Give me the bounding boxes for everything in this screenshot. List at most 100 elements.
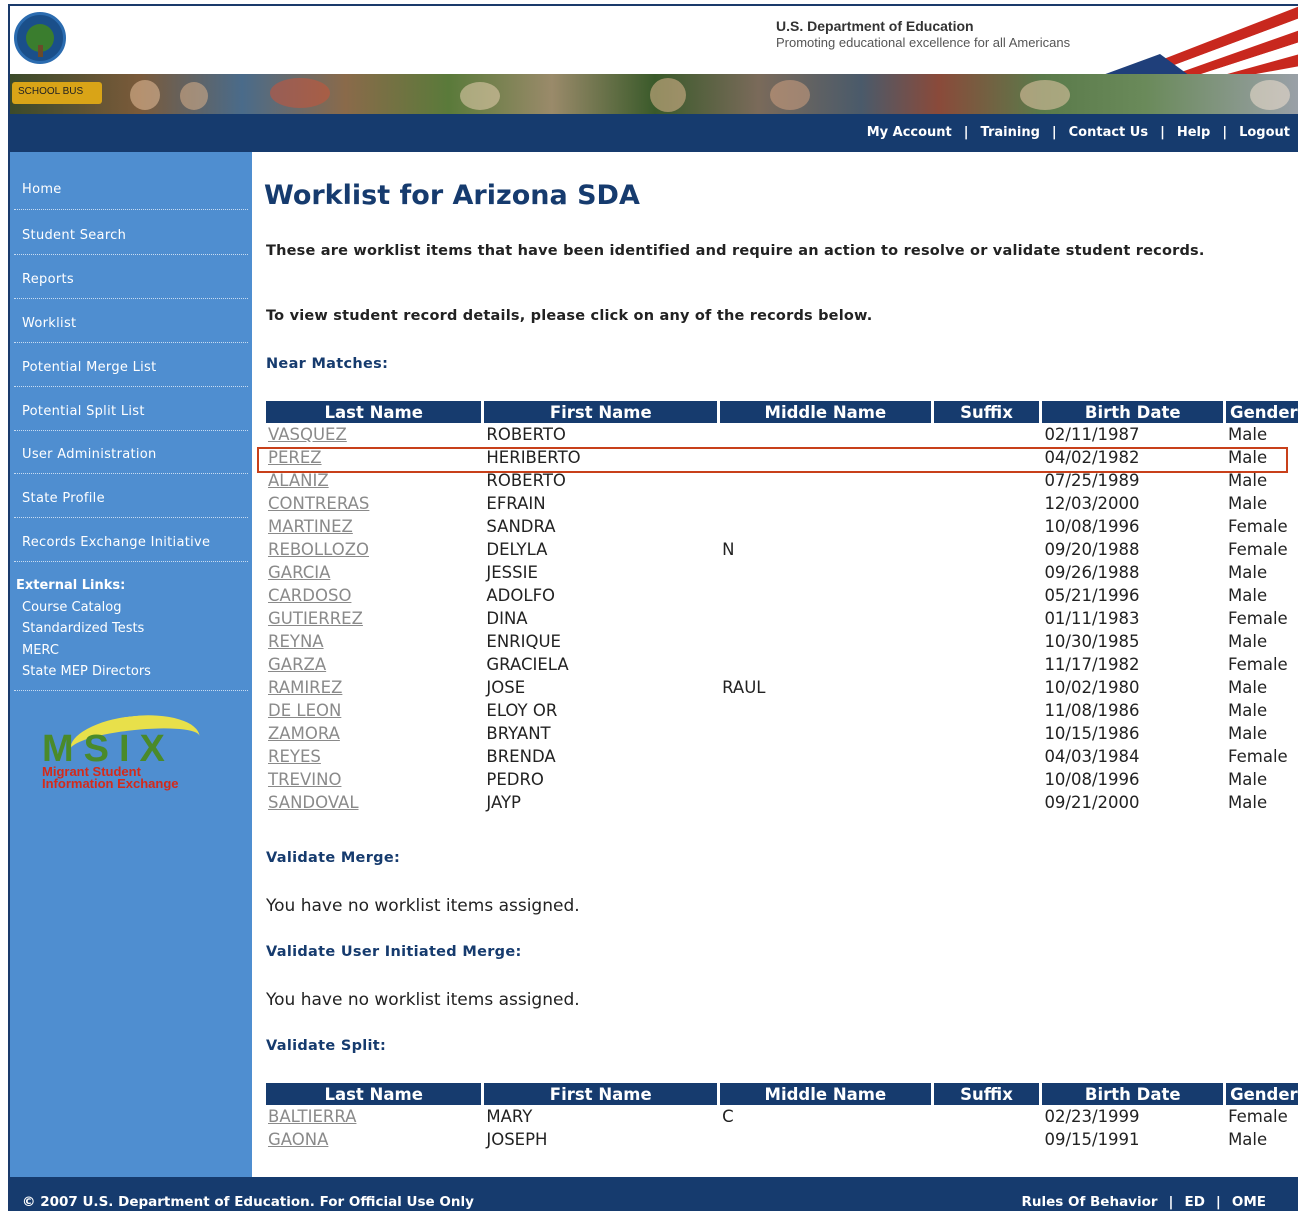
- middle-name-cell: [720, 630, 933, 653]
- table-row[interactable]: CONTRERAS EFRAIN 12/03/2000 Male: [266, 492, 1298, 515]
- first-name-cell: ENRIQUE: [486, 632, 561, 651]
- table-row[interactable]: REBOLLOZO DELYLA N 09/20/1988 Female: [266, 538, 1298, 561]
- first-name-cell: SANDRA: [486, 517, 556, 536]
- sidebar-item-home[interactable]: Home: [22, 182, 62, 197]
- col-gender: Gender: [1226, 1083, 1298, 1105]
- table-row[interactable]: REYNA ENRIQUE 10/30/1985 Male: [266, 630, 1298, 653]
- footer-links: Rules Of Behavior | ED | OME: [1021, 1194, 1266, 1210]
- sidebar-item-potential-merge-list[interactable]: Potential Merge List: [22, 360, 157, 375]
- sidebar-item-student-search[interactable]: Student Search: [22, 228, 126, 243]
- middle-name-cell: [720, 584, 933, 607]
- copyright-text: © 2007 U.S. Department of Education. For…: [22, 1194, 474, 1210]
- table-row[interactable]: DE LEON ELOY OR 11/08/1986 Male: [266, 699, 1298, 722]
- table-row[interactable]: ALANIZ ROBERTO 07/25/1989 Male: [266, 469, 1298, 492]
- last-name-link[interactable]: GUTIERREZ: [266, 607, 484, 630]
- last-name-link[interactable]: REYES: [266, 745, 484, 768]
- table-row[interactable]: BALTIERRA MARY C 02/23/1999 Female: [266, 1105, 1298, 1128]
- sidebar-item-user-administration[interactable]: User Administration: [22, 447, 157, 462]
- gender-cell: Male: [1228, 724, 1268, 743]
- sidebar: Home Student Search Reports Worklist Pot…: [10, 152, 252, 1177]
- first-name-cell: ROBERTO: [486, 471, 566, 490]
- last-name-link[interactable]: RAMIREZ: [266, 676, 484, 699]
- ed-link[interactable]: ED: [1184, 1194, 1204, 1210]
- table-row[interactable]: VASQUEZ ROBERTO 02/11/1987 Male: [266, 423, 1298, 446]
- external-link-merc[interactable]: MERC: [22, 643, 59, 658]
- last-name-link[interactable]: REBOLLOZO: [266, 538, 484, 561]
- last-name-link[interactable]: CARDOSO: [266, 584, 484, 607]
- table-row[interactable]: REYES BRENDA 04/03/1984 Female: [266, 745, 1298, 768]
- gender-cell: Male: [1228, 678, 1268, 697]
- suffix-cell: [934, 653, 1043, 676]
- sidebar-divider: [14, 561, 248, 562]
- first-name-cell: HERIBERTO: [486, 448, 581, 467]
- sidebar-divider: [14, 342, 248, 343]
- birth-date-cell: 01/11/1983: [1044, 609, 1140, 628]
- first-name-cell: JESSIE: [486, 563, 538, 582]
- external-link-state-mep-directors[interactable]: State MEP Directors: [22, 664, 151, 679]
- suffix-cell: [934, 584, 1043, 607]
- middle-name-cell: N: [722, 540, 735, 559]
- table-row[interactable]: CARDOSO ADOLFO 05/21/1996 Male: [266, 584, 1298, 607]
- sidebar-item-worklist[interactable]: Worklist: [22, 316, 76, 331]
- my-account-link[interactable]: My Account: [867, 125, 952, 140]
- last-name-link[interactable]: ALANIZ: [266, 469, 484, 492]
- external-link-standardized-tests[interactable]: Standardized Tests: [22, 621, 144, 636]
- top-navbar: My Account | Training | Contact Us | Help | …: [10, 114, 1298, 152]
- help-link[interactable]: Help: [1177, 125, 1210, 140]
- last-name-link[interactable]: PEREZ: [266, 446, 484, 469]
- last-name-link[interactable]: GAONA: [266, 1128, 484, 1151]
- validate-merge-title: Validate Merge:: [266, 850, 401, 866]
- training-link[interactable]: Training: [981, 125, 1040, 140]
- first-name-cell: BRYANT: [486, 724, 551, 743]
- gender-cell: Male: [1228, 425, 1268, 444]
- table-row[interactable]: SANDOVAL JAYP 09/21/2000 Male: [266, 791, 1298, 814]
- table-row[interactable]: RAMIREZ JOSE RAUL 10/02/1980 Male: [266, 676, 1298, 699]
- first-name-cell: GRACIELA: [486, 655, 569, 674]
- sidebar-item-records-exchange-initiative[interactable]: Records Exchange Initiative: [22, 535, 210, 550]
- sidebar-item-reports[interactable]: Reports: [22, 272, 74, 287]
- birth-date-cell: 10/08/1996: [1044, 517, 1140, 536]
- suffix-cell: [934, 423, 1043, 446]
- table-row[interactable]: GARZA GRACIELA 11/17/1982 Female: [266, 653, 1298, 676]
- last-name-link[interactable]: MARTINEZ: [266, 515, 484, 538]
- middle-name-cell: [720, 791, 933, 814]
- last-name-link[interactable]: DE LEON: [266, 699, 484, 722]
- last-name-link[interactable]: TREVINO: [266, 768, 484, 791]
- first-name-cell: MARY: [486, 1107, 533, 1126]
- table-row[interactable]: GARCIA JESSIE 09/26/1988 Male: [266, 561, 1298, 584]
- last-name-link[interactable]: GARZA: [266, 653, 484, 676]
- validate-user-merge-message: You have no worklist items assigned.: [266, 990, 580, 1010]
- table-row[interactable]: PEREZ HERIBERTO 04/02/1982 Male: [266, 446, 1298, 469]
- table-row[interactable]: GAONA JOSEPH 09/15/1991 Male: [266, 1128, 1298, 1151]
- birth-date-cell: 02/23/1999: [1044, 1107, 1140, 1126]
- gender-cell: Male: [1228, 701, 1268, 720]
- footer: © 2007 U.S. Department of Education. For…: [10, 1177, 1298, 1211]
- dept-subtitle: Promoting educational excellence for all…: [776, 35, 1071, 50]
- contact-us-link[interactable]: Contact Us: [1069, 125, 1148, 140]
- last-name-link[interactable]: REYNA: [266, 630, 484, 653]
- ome-link[interactable]: OME: [1232, 1194, 1266, 1210]
- table-row[interactable]: TREVINO PEDRO 10/08/1996 Male: [266, 768, 1298, 791]
- last-name-link[interactable]: BALTIERRA: [266, 1105, 484, 1128]
- gender-cell: Male: [1228, 494, 1268, 513]
- table-row[interactable]: MARTINEZ SANDRA 10/08/1996 Female: [266, 515, 1298, 538]
- table-row[interactable]: ZAMORA BRYANT 10/15/1986 Male: [266, 722, 1298, 745]
- last-name-link[interactable]: SANDOVAL: [266, 791, 484, 814]
- birth-date-cell: 11/17/1982: [1044, 655, 1140, 674]
- table-row[interactable]: GUTIERREZ DINA 01/11/1983 Female: [266, 607, 1298, 630]
- last-name-link[interactable]: CONTRERAS: [266, 492, 484, 515]
- last-name-link[interactable]: VASQUEZ: [266, 423, 484, 446]
- rules-of-behavior-link[interactable]: Rules Of Behavior: [1021, 1194, 1157, 1210]
- external-link-course-catalog[interactable]: Course Catalog: [22, 600, 121, 615]
- sidebar-item-potential-split-list[interactable]: Potential Split List: [22, 404, 145, 419]
- sidebar-item-state-profile[interactable]: State Profile: [22, 491, 105, 506]
- birth-date-cell: 05/21/1996: [1044, 586, 1140, 605]
- suffix-cell: [934, 607, 1043, 630]
- photo-banner: SCHOOL BUS: [10, 74, 1298, 114]
- suffix-cell: [934, 768, 1043, 791]
- ed-seal-logo: [14, 12, 66, 64]
- last-name-link[interactable]: ZAMORA: [266, 722, 484, 745]
- last-name-link[interactable]: GARCIA: [266, 561, 484, 584]
- first-name-cell: EFRAIN: [486, 494, 546, 513]
- logout-link[interactable]: Logout: [1239, 125, 1290, 140]
